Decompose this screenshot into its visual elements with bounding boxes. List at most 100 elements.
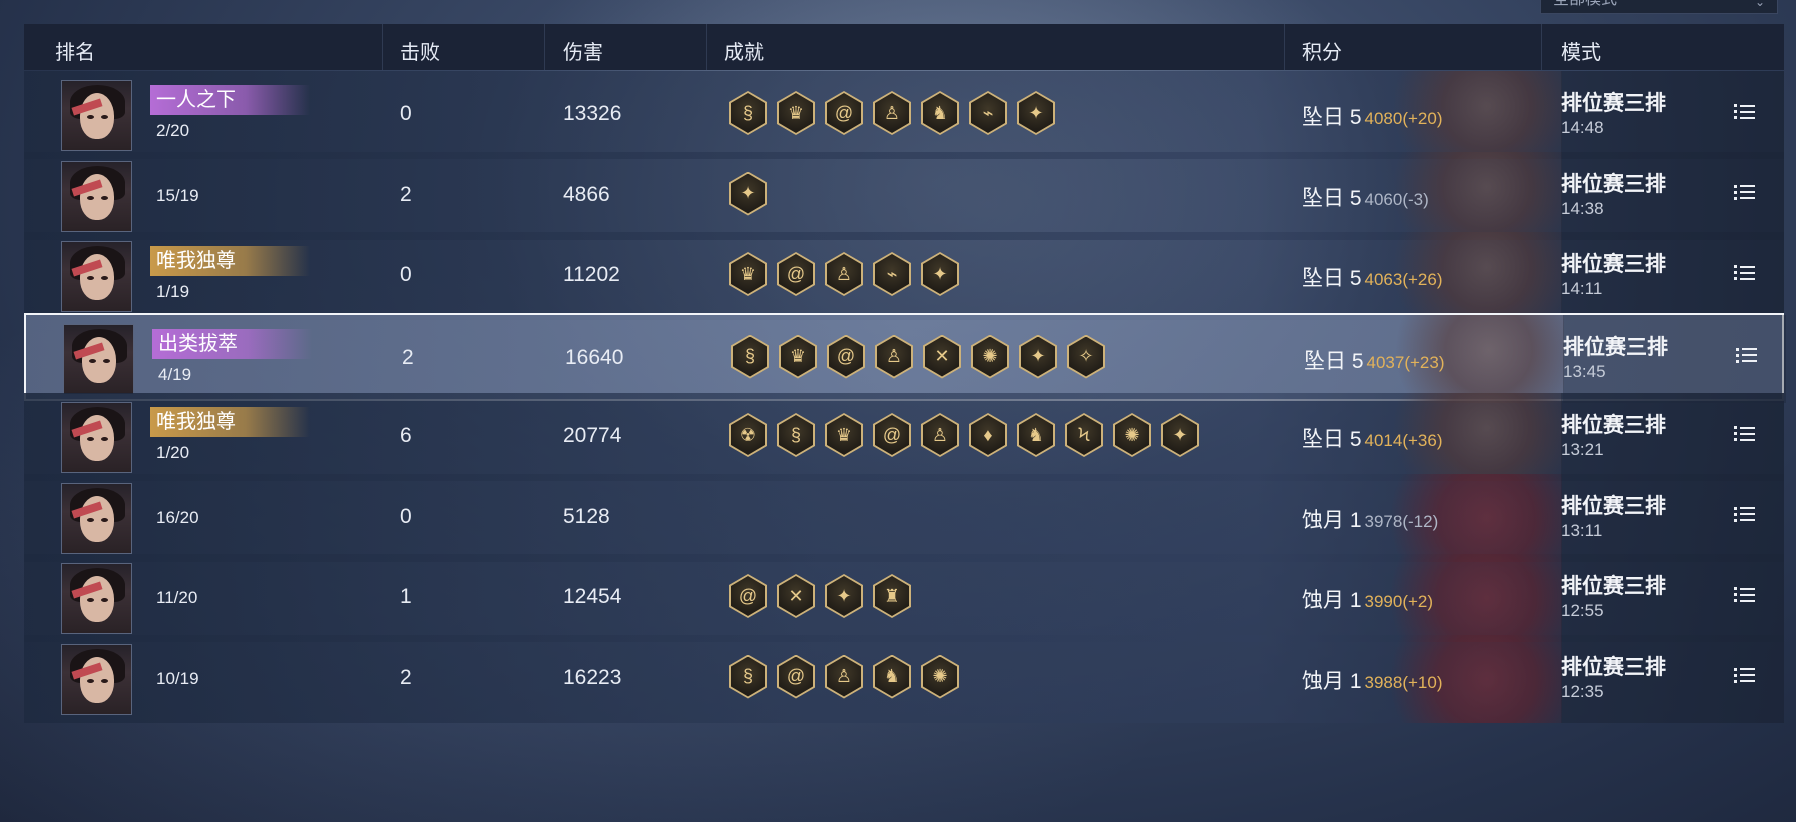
match-row[interactable]: 一人之下 2/20 0 13326 § ♛ @ ♙ ♞ ⌁ ✦ 坠日 5 4080(+20) 排位赛三排 1… [24, 71, 1784, 159]
lotus-serpent-achievement-icon[interactable]: § [729, 654, 767, 699]
warrior-achievement-icon[interactable]: ♙ [825, 252, 863, 296]
swirl-glyph: @ [882, 424, 902, 445]
table-header: 排名 击败 伤害 成就 积分 模式 [24, 24, 1784, 70]
swirl-achievement-icon[interactable]: @ [777, 252, 815, 296]
match-row[interactable]: 16/20 0 5128 蚀月 1 3978(-12) 排位赛三排 13:11 [24, 473, 1784, 562]
flame-crown-achievement-icon[interactable]: ♛ [779, 334, 817, 379]
warrior-glyph: ♙ [883, 102, 901, 123]
boot-achievement-icon[interactable]: ⌁ [969, 91, 1007, 135]
warrior-glyph: ♙ [835, 263, 853, 284]
details-list-icon[interactable] [1734, 265, 1756, 283]
swirl-achievement-icon[interactable]: @ [873, 413, 911, 457]
player-avatar [61, 643, 132, 715]
kills-value: 0 [400, 504, 412, 528]
match-time: 14:11 [1561, 279, 1603, 298]
sun-burst-achievement-icon[interactable]: ✺ [1113, 413, 1151, 457]
flame-crown-achievement-icon[interactable]: ♛ [729, 252, 767, 296]
lotus-serpent-achievement-icon[interactable]: § [731, 334, 769, 379]
avatar-eye1 [87, 517, 94, 522]
sun-burst-achievement-icon[interactable]: ✺ [971, 334, 1009, 379]
list-icon-dot [1734, 110, 1737, 113]
castle-achievement-icon[interactable]: ♜ [873, 574, 911, 618]
warrior-achievement-icon[interactable]: ♙ [921, 413, 959, 457]
rider-achievement-icon[interactable]: ♞ [1017, 413, 1055, 457]
match-row[interactable]: 15/19 2 4866 ✦ 坠日 5 4060(-3) 排位赛三排 14:38 [24, 151, 1784, 240]
flame-crown-achievement-icon[interactable]: ♛ [777, 91, 815, 135]
match-history-table: 排名 击败 伤害 成就 积分 模式 一人之下 2/20 0 13326 § ♛ @ ♙ ♞ ⌁ ✦ 坠… [24, 24, 1786, 723]
star-shard-achievement-icon[interactable]: ✧ [1067, 334, 1105, 379]
header-rank: 排名 [55, 42, 95, 64]
score-change: 3978(-12) [1364, 511, 1439, 531]
list-icon-bar [1740, 668, 1755, 670]
winged-orb-achievement-icon[interactable]: ✦ [921, 252, 959, 296]
list-icon-dot [1734, 593, 1737, 596]
boot-glyph: ⌁ [886, 263, 898, 284]
flame-crown-achievement-icon[interactable]: ♛ [825, 413, 863, 457]
list-icon-line [1736, 359, 1758, 363]
flame-crown-glyph: ♛ [835, 424, 853, 445]
tier-score: 坠日 5 4014(+36) [1302, 423, 1443, 453]
lotus-serpent-achievement-icon[interactable]: § [729, 91, 767, 135]
swirl-achievement-icon[interactable]: @ [729, 574, 767, 618]
kills-value: 0 [400, 102, 412, 125]
mode-filter-dropdown[interactable]: 全部模式 ⌄ [1540, 0, 1778, 14]
details-list-icon[interactable] [1734, 104, 1756, 122]
cross-blades-achievement-icon[interactable]: ✕ [777, 574, 815, 618]
list-icon-bar [1740, 191, 1755, 193]
lotus-serpent-achievement-icon[interactable]: § [777, 413, 815, 457]
damage-value: 5128 [563, 504, 610, 528]
list-icon-line [1734, 438, 1756, 441]
match-row[interactable]: 唯我独尊 1/19 0 11202 ♛ @ ♙ ⌁ ✦ 坠日 5 4063(+26) 排位赛三排 14:… [24, 232, 1784, 320]
boot-achievement-icon[interactable]: ⌁ [873, 252, 911, 296]
tri-gem-glyph: ♦ [983, 424, 993, 445]
list-icon-bar [1740, 110, 1755, 113]
placement-record: 10/19 [156, 668, 199, 688]
list-icon-dot [1734, 679, 1737, 683]
match-row[interactable]: 10/19 2 16223 § @ ♙ ♞ ✺ 蚀月 1 3988(+10) 排位赛三排 12:35 [24, 634, 1784, 723]
match-row[interactable]: 出类拔萃 4/19 2 16640 § ♛ @ ♙ ✕ ✺ ✦ ✧ 坠日 5 4037(+23) 排位赛三排… [24, 312, 1786, 403]
header-damage: 伤害 [563, 42, 603, 64]
details-list-icon[interactable] [1734, 587, 1756, 605]
sun-burst-achievement-icon[interactable]: ✺ [921, 654, 959, 699]
details-list-icon[interactable] [1734, 506, 1756, 525]
winged-orb-achievement-icon[interactable]: ✦ [1019, 334, 1057, 379]
tier-score: 蚀月 1 3978(-12) [1302, 504, 1438, 534]
details-list-icon[interactable] [1734, 667, 1756, 686]
list-icon-bar [1740, 599, 1755, 602]
rider-achievement-icon[interactable]: ♞ [921, 91, 959, 135]
warrior-achievement-icon[interactable]: ♙ [825, 654, 863, 699]
list-icon-dot [1734, 432, 1737, 435]
match-time: 13:45 [1563, 361, 1606, 381]
tri-gem-achievement-icon[interactable]: ♦ [969, 413, 1007, 457]
winged-orb-achievement-icon[interactable]: ✦ [729, 171, 767, 216]
winged-orb-achievement-icon[interactable]: ✦ [825, 574, 863, 618]
winged-orb-glyph: ✦ [836, 585, 852, 606]
warrior-achievement-icon[interactable]: ♙ [873, 91, 911, 135]
list-icon-bar [1740, 277, 1755, 280]
cross-blades-achievement-icon[interactable]: ✕ [923, 334, 961, 379]
demon-mask-achievement-icon[interactable]: ☢ [729, 413, 767, 457]
avatar-eye1 [87, 598, 94, 602]
avatar-eye1 [89, 358, 96, 363]
player-avatar [61, 80, 132, 151]
match-row[interactable]: 11/20 1 12454 @ ✕ ✦ ♜ 蚀月 1 3990(+2) 排位赛三排 12:55 [24, 554, 1784, 642]
rider-achievement-icon[interactable]: ♞ [873, 654, 911, 699]
details-list-icon[interactable] [1734, 184, 1756, 203]
mode-name: 排位赛三排 [1561, 575, 1666, 598]
warrior-achievement-icon[interactable]: ♙ [875, 334, 913, 379]
winged-orb-achievement-icon[interactable]: ✦ [1017, 91, 1055, 135]
header-divider [706, 24, 707, 70]
swirl-achievement-icon[interactable]: @ [777, 654, 815, 699]
details-list-icon[interactable] [1736, 347, 1758, 366]
dragon-achievement-icon[interactable]: Ϟ [1065, 413, 1103, 457]
swirl-glyph: @ [786, 263, 806, 284]
match-row[interactable]: 唯我独尊 1/20 6 20774 ☢ § ♛ @ ♙ ♦ ♞ Ϟ ✺ ✦ 坠日 5 4014(+36) 排位赛… [24, 393, 1784, 481]
list-icon-dot [1734, 184, 1737, 188]
swirl-achievement-icon[interactable]: @ [827, 334, 865, 379]
winged-orb-achievement-icon[interactable]: ✦ [1161, 413, 1199, 457]
details-list-icon[interactable] [1734, 426, 1756, 444]
tier-score: 坠日 5 4060(-3) [1302, 182, 1429, 212]
cross-blades-glyph: ✕ [934, 346, 950, 366]
flame-crown-glyph: ♛ [787, 102, 805, 123]
swirl-achievement-icon[interactable]: @ [825, 91, 863, 135]
